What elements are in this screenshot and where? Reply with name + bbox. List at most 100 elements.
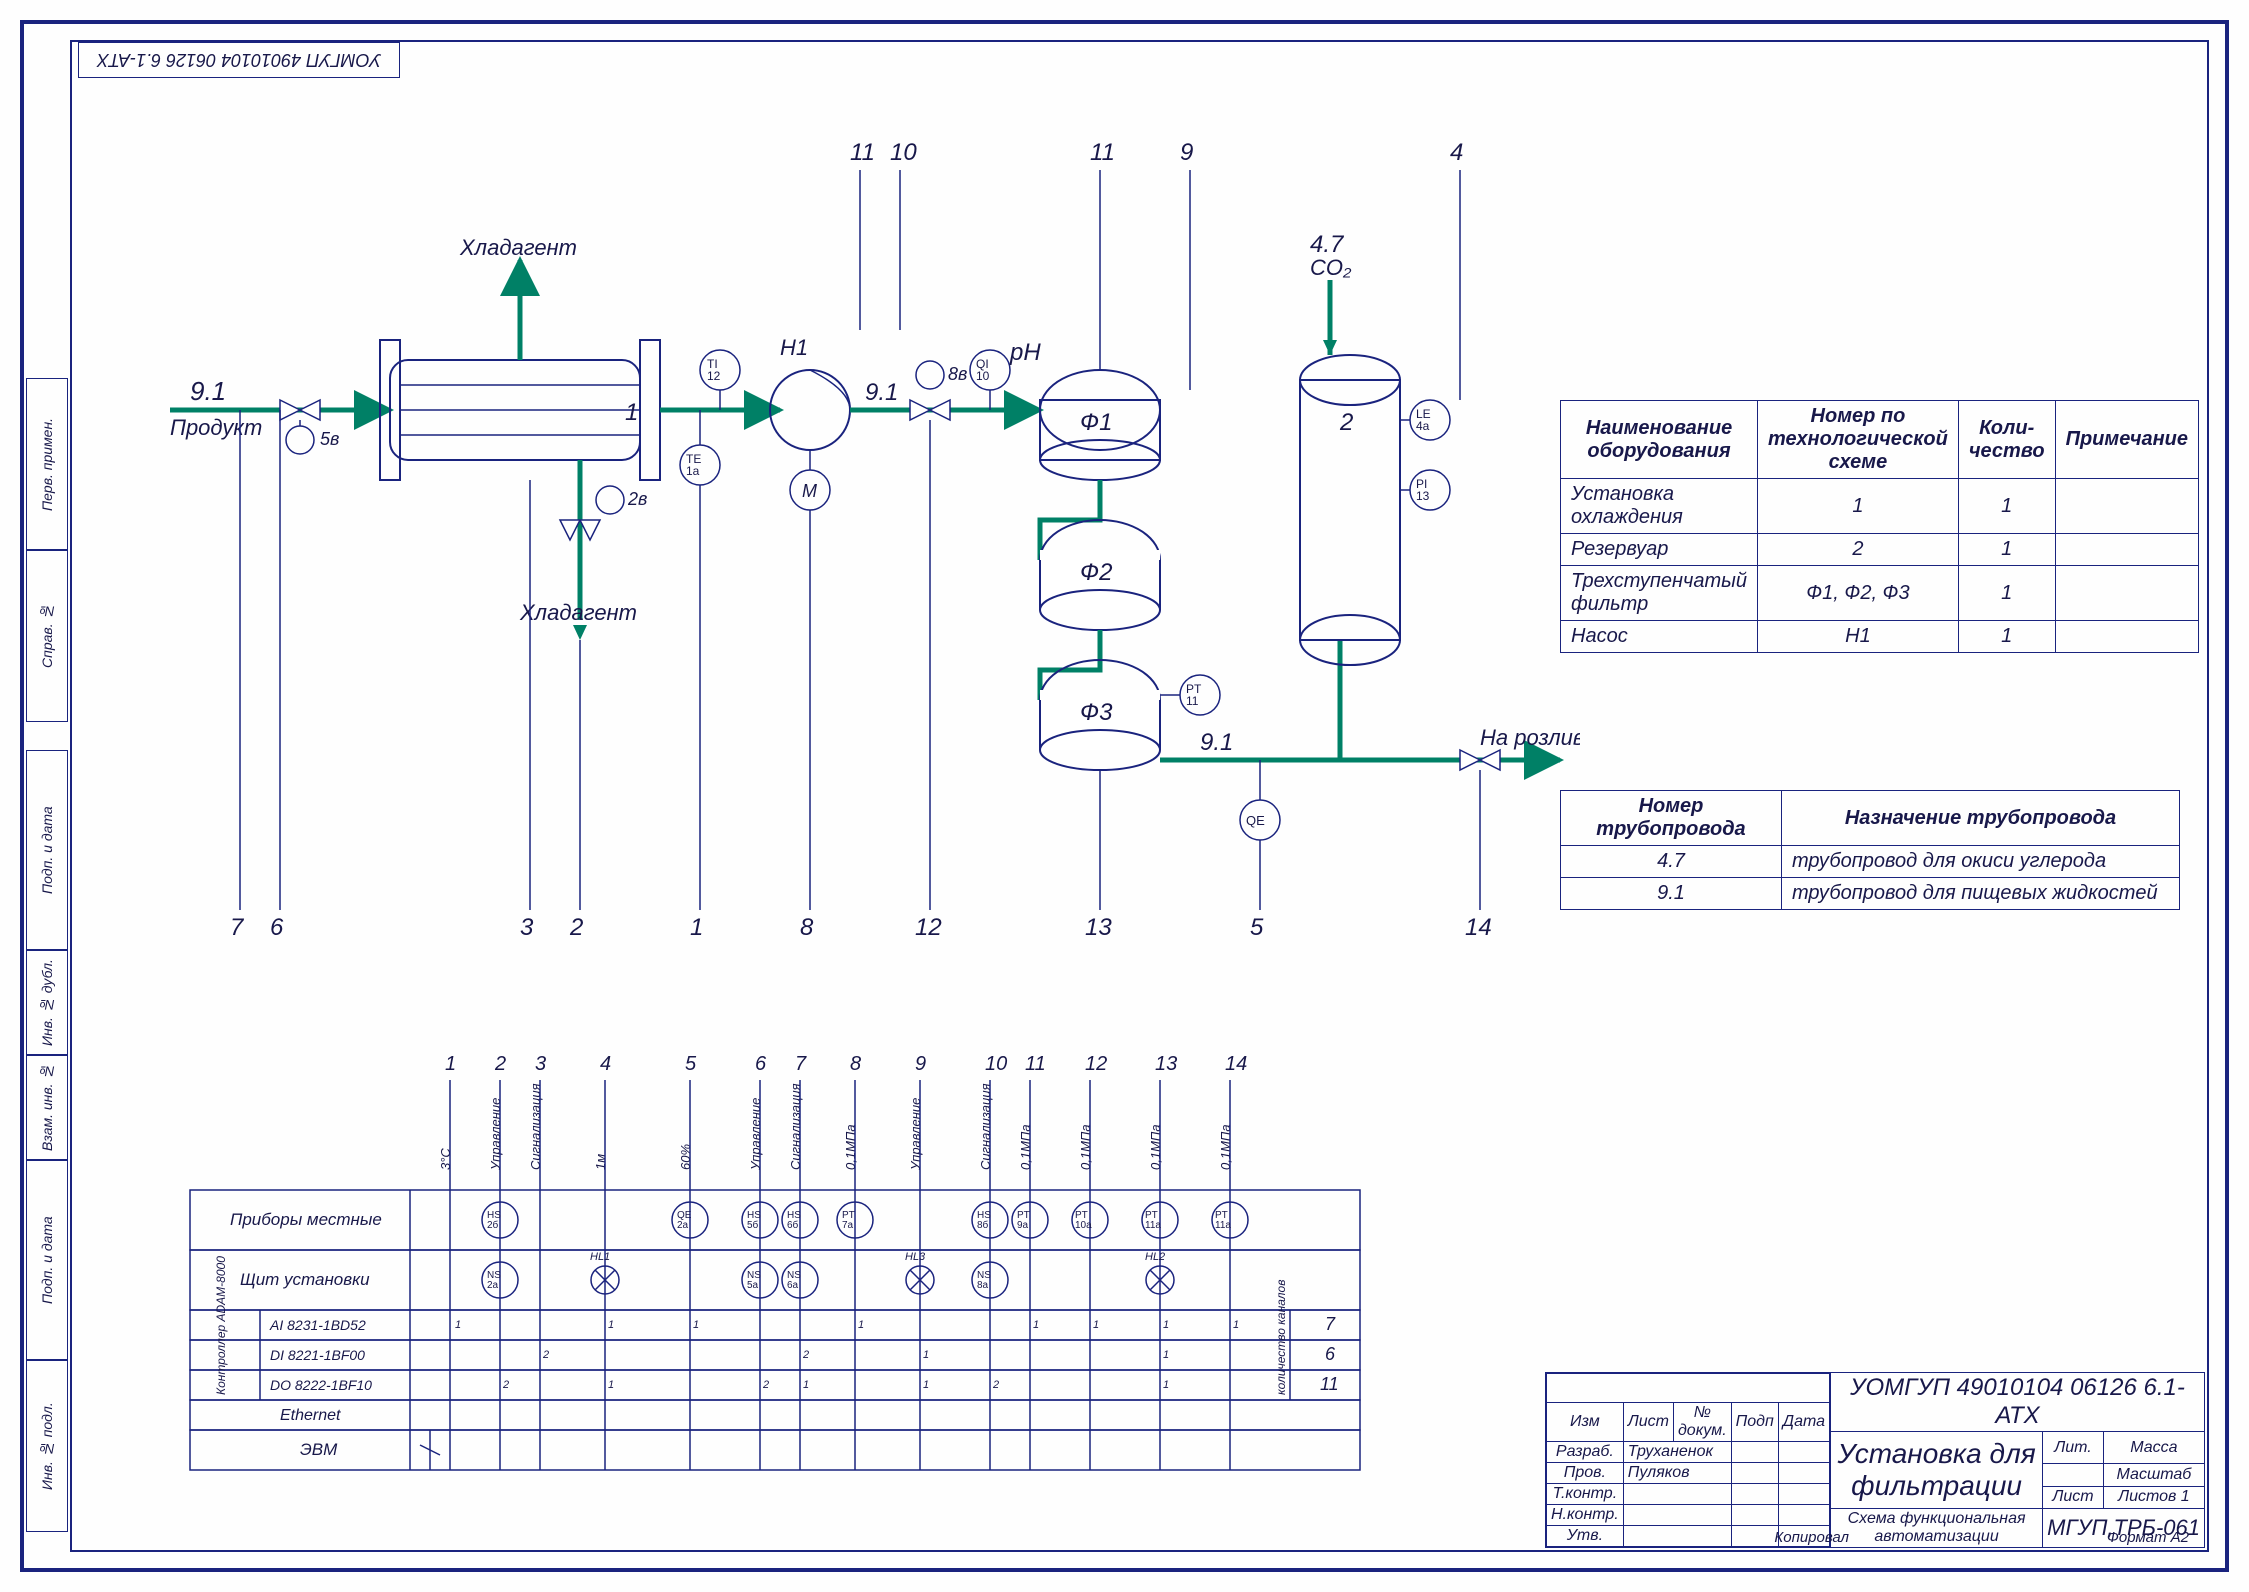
table-row: Трехступенчатый фильтрФ1, Ф2, Ф31 <box>1561 566 2199 621</box>
side-perv: Перв. примен. <box>26 378 68 550</box>
motor-label: M <box>802 481 817 501</box>
svg-text:5б: 5б <box>747 1219 759 1231</box>
svg-text:6б: 6б <box>787 1219 799 1231</box>
cooler-tag: 1 <box>625 399 638 426</box>
svg-text:2: 2 <box>992 1379 999 1391</box>
valve-inlet <box>280 400 320 420</box>
svg-text:2: 2 <box>802 1349 809 1361</box>
side-dubl: Инв. № дубл. <box>26 950 68 1055</box>
pipe-table: Номер трубопровода Назначение трубопрово… <box>1560 790 2180 910</box>
hlad-bot-label: Хладагент <box>519 600 637 625</box>
valve-5v-label: 5в <box>320 429 339 449</box>
side-podp1: Подп. и дата <box>26 1160 68 1360</box>
svg-text:2: 2 <box>569 914 583 941</box>
svg-text:11: 11 <box>1025 1053 1046 1075</box>
table-row: НасосН11 <box>1561 621 2199 653</box>
svg-text:Ф2: Ф2 <box>1080 559 1112 586</box>
pipe-4-7-label: 4.7 <box>1310 231 1345 258</box>
svg-text:1а: 1а <box>686 464 700 478</box>
svg-text:11: 11 <box>1090 139 1115 166</box>
title-line-1: Установка для <box>1835 1438 2038 1470</box>
svg-text:2: 2 <box>762 1379 769 1391</box>
svg-text:10: 10 <box>976 369 990 383</box>
svg-text:8б: 8б <box>977 1219 989 1231</box>
equip-h1: Номер по технологической схеме <box>1758 401 1959 479</box>
row-evm: ЭВМ <box>300 1440 338 1459</box>
svg-text:2: 2 <box>542 1349 549 1361</box>
valve-outlet <box>1460 750 1500 770</box>
svg-text:5: 5 <box>1250 914 1264 941</box>
title-line-2: фильтрации <box>1835 1470 2038 1502</box>
svg-text:1: 1 <box>1163 1379 1169 1391</box>
svg-text:1: 1 <box>608 1319 614 1331</box>
svg-text:1: 1 <box>693 1319 699 1331</box>
table-row: 4.7трубопровод для окиси углерода <box>1561 846 2180 878</box>
row-do: DO 8222-1BF10 <box>270 1377 372 1393</box>
side-inv-podl: Инв. № подл. <box>26 1360 68 1532</box>
svg-text:12: 12 <box>707 369 721 383</box>
equip-h2: Коли-чество <box>1958 401 2055 479</box>
svg-text:1: 1 <box>1093 1319 1099 1331</box>
svg-text:2а: 2а <box>487 1280 499 1291</box>
svg-text:11: 11 <box>1320 1374 1339 1394</box>
top-code-mirrored: УОМГУП 49010104 06126 6.1-АТХ <box>78 42 400 78</box>
svg-text:1: 1 <box>455 1319 461 1331</box>
filter-f1: Ф1 <box>1040 370 1160 480</box>
filter-f2: Ф2 <box>1040 520 1160 630</box>
svg-text:7: 7 <box>230 914 245 941</box>
svg-text:1: 1 <box>923 1349 929 1361</box>
svg-text:7: 7 <box>1325 1314 1336 1334</box>
svg-text:1: 1 <box>690 914 703 941</box>
drawing-code: УОМГУП 49010104 06126 6.1-АТХ <box>1831 1373 2205 1432</box>
pipe-9-1-out: 9.1 <box>1200 729 1233 756</box>
svg-text:HL1: HL1 <box>590 1251 610 1263</box>
svg-text:QE: QE <box>1246 813 1265 828</box>
svg-text:1: 1 <box>1163 1319 1169 1331</box>
svg-text:8: 8 <box>800 914 814 941</box>
pump-tag: H1 <box>780 335 808 360</box>
control-table: 1 2 3 4 5 6 7 8 9 10 11 12 13 14 3°C Упр… <box>130 1050 1430 1535</box>
controller-label: Контроллер ADAM-8000 <box>214 1256 228 1395</box>
svg-text:5: 5 <box>685 1053 697 1075</box>
svg-text:2: 2 <box>502 1379 509 1391</box>
svg-text:2а: 2а <box>677 1220 689 1231</box>
svg-text:7: 7 <box>795 1053 807 1075</box>
bubbles-row-1: HS2б QE2а HS5б HS6б PT7а HS8б PT9а PT10а… <box>482 1202 1248 1238</box>
svg-text:1: 1 <box>1033 1319 1039 1331</box>
svg-text:3: 3 <box>520 914 534 941</box>
product-label: Продукт <box>170 415 262 440</box>
equipment-table: Наименование оборудования Номер по техно… <box>1560 400 2199 653</box>
row-local: Приборы местные <box>230 1210 382 1229</box>
channels-label: количество каналов <box>1274 1280 1288 1395</box>
svg-text:11: 11 <box>850 139 875 166</box>
table-row: Резервуар21 <box>1561 534 2199 566</box>
pid-diagram: 9.1 Продукт 5в 1 Хладагент 2в Хладагент <box>80 80 1580 980</box>
pipe-9-1-mid: 9.1 <box>865 379 898 406</box>
svg-text:1: 1 <box>923 1379 929 1391</box>
svg-text:13: 13 <box>1155 1053 1177 1075</box>
svg-text:7а: 7а <box>842 1220 854 1231</box>
svg-text:1: 1 <box>1233 1319 1239 1331</box>
svg-text:HL2: HL2 <box>1145 1251 1165 1263</box>
svg-text:8а: 8а <box>977 1280 989 1291</box>
svg-text:10: 10 <box>985 1053 1007 1075</box>
svg-text:10а: 10а <box>1075 1220 1092 1231</box>
svg-text:9: 9 <box>915 1053 926 1075</box>
svg-text:6: 6 <box>1325 1344 1336 1364</box>
subtitle: Схема функциональная автоматизации <box>1831 1509 2043 1548</box>
table-row: 9.1трубопровод для пищевых жидкостей <box>1561 878 2180 910</box>
side-podp2: Подп. и дата <box>26 750 68 950</box>
svg-text:1: 1 <box>1163 1349 1169 1361</box>
svg-text:9: 9 <box>1180 139 1193 166</box>
side-sprav: Справ. № <box>26 550 68 722</box>
valve-8v <box>910 400 950 420</box>
svg-text:4: 4 <box>600 1053 611 1075</box>
hlad-top-label: Хладагент <box>459 235 577 260</box>
ph-label: pH <box>1009 339 1041 366</box>
filter-f3: Ф3 <box>1040 660 1160 770</box>
svg-text:2: 2 <box>494 1053 506 1075</box>
equip-h3: Примечание <box>2055 401 2198 479</box>
pipe-h0: Номер трубопровода <box>1561 791 1782 846</box>
valve-2v-label: 2в <box>627 489 647 509</box>
svg-text:13: 13 <box>1085 914 1112 941</box>
